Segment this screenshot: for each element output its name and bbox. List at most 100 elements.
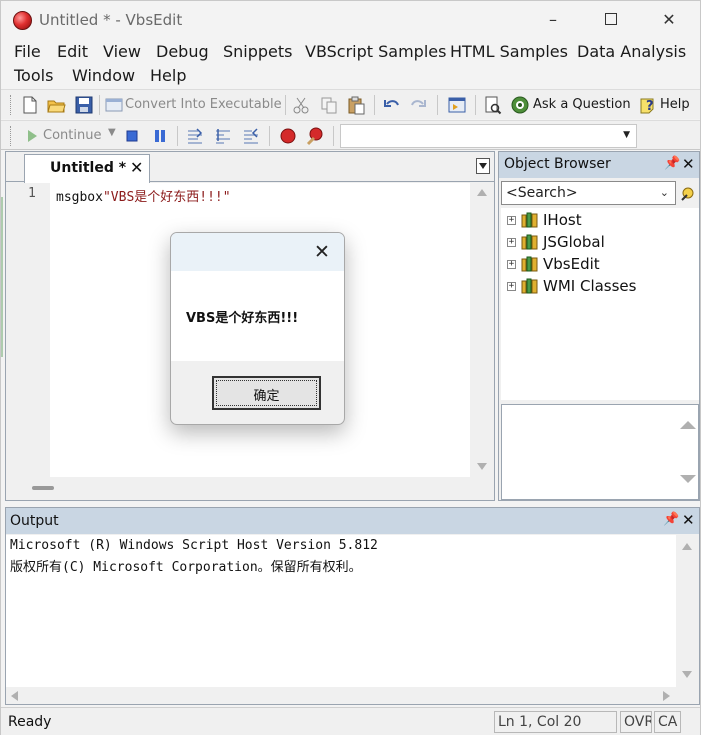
scroll-up-icon[interactable] xyxy=(680,421,696,429)
menu-html-samples[interactable]: HTML Samples xyxy=(450,42,568,61)
output-text[interactable]: Microsoft (R) Windows Script Host Versio… xyxy=(6,535,676,687)
scroll-thumb[interactable] xyxy=(32,486,54,490)
menu-file[interactable]: File xyxy=(14,42,41,61)
tab-untitled[interactable]: Untitled * ✕ xyxy=(24,154,150,183)
expand-icon[interactable]: + xyxy=(507,238,516,247)
status-bar: Ready Ln 1, Col 20 OVR CA xyxy=(1,707,700,735)
convert-into-executable-button[interactable]: Convert Into Executable xyxy=(125,97,282,112)
toolbar-separator xyxy=(177,126,178,146)
tree-label: IHost xyxy=(543,211,582,229)
toolbar-separator xyxy=(374,95,375,115)
menu-snippets[interactable]: Snippets xyxy=(223,42,293,61)
pin-icon[interactable]: 📌 xyxy=(664,156,680,171)
svg-text:?: ? xyxy=(646,99,654,114)
scroll-down-icon[interactable] xyxy=(682,671,692,678)
ok-button-label: 确定 xyxy=(253,389,280,404)
menu-vbscript-samples[interactable]: VBScript Samples xyxy=(305,42,446,61)
expand-icon[interactable]: + xyxy=(507,282,516,291)
menu-view[interactable]: View xyxy=(103,42,141,61)
pause-icon[interactable] xyxy=(150,126,170,146)
help-icon: ? xyxy=(640,98,654,114)
ask-a-question-button[interactable]: Ask a Question xyxy=(533,97,631,112)
tree-label: VbsEdit xyxy=(543,255,600,273)
new-file-icon[interactable] xyxy=(20,95,40,115)
close-icon[interactable]: ✕ xyxy=(682,155,695,173)
cut-icon[interactable] xyxy=(291,95,311,115)
scroll-left-icon[interactable] xyxy=(11,691,18,701)
breakpoint-icon[interactable] xyxy=(278,126,298,146)
debug-toolbar: Continue ▼ ▼ xyxy=(1,120,700,150)
script-selector-combo[interactable]: ▼ xyxy=(340,124,637,148)
status-text: Ready xyxy=(8,714,52,730)
document-search-icon[interactable] xyxy=(483,95,503,115)
menu-data-analysis[interactable]: Data Analysis xyxy=(577,42,686,61)
scroll-down-icon[interactable] xyxy=(680,475,696,483)
menu-debug[interactable]: Debug xyxy=(156,42,209,61)
output-horizontal-scrollbar[interactable] xyxy=(6,687,699,704)
undo-icon[interactable] xyxy=(382,95,402,115)
scroll-down-icon[interactable] xyxy=(477,463,487,470)
open-folder-icon[interactable] xyxy=(46,95,66,115)
help-button[interactable]: Help xyxy=(660,97,690,112)
copy-icon[interactable] xyxy=(319,95,339,115)
code-line[interactable]: msgbox"VBS是个好东西!!!" xyxy=(56,186,231,205)
menu-bar: File Edit View Debug Snippets VBScript S… xyxy=(1,39,700,87)
toolbar-grip[interactable] xyxy=(10,126,13,146)
object-search-input[interactable]: <Search> ⌄ xyxy=(501,181,676,205)
output-line: Microsoft (R) Windows Script Host Versio… xyxy=(10,538,378,553)
step-over-icon[interactable] xyxy=(213,126,233,146)
step-out-icon[interactable] xyxy=(241,126,261,146)
minimize-button[interactable]: – xyxy=(539,7,567,33)
search-go-icon[interactable] xyxy=(679,183,697,203)
tabs-dropdown-button[interactable] xyxy=(476,158,490,174)
editor-horizontal-scrollbar[interactable] xyxy=(10,477,494,499)
standard-toolbar: Convert Into Executable Ask a Question ?… xyxy=(1,89,700,119)
dialog-title-bar[interactable]: ✕ xyxy=(171,233,344,271)
close-window-button[interactable]: ✕ xyxy=(655,7,683,33)
dialog-close-icon[interactable]: ✕ xyxy=(314,241,330,263)
run-window-icon[interactable] xyxy=(447,95,467,115)
step-into-icon[interactable] xyxy=(185,126,205,146)
toolbar-separator xyxy=(269,126,270,146)
editor-vertical-scrollbar[interactable] xyxy=(470,183,494,477)
cursor-position: Ln 1, Col 20 xyxy=(494,711,617,733)
redo-icon[interactable] xyxy=(408,95,428,115)
message-box-dialog: ✕ VBS是个好东西!!! 确定 xyxy=(170,232,345,425)
tab-close-icon[interactable]: ✕ xyxy=(130,158,143,177)
object-browser-header: Object Browser 📌 ✕ xyxy=(499,152,699,178)
scroll-right-icon[interactable] xyxy=(663,691,670,701)
stop-icon[interactable] xyxy=(122,126,142,146)
continue-icon xyxy=(28,130,37,142)
toolbar-separator xyxy=(99,95,100,115)
toolbar-separator xyxy=(333,126,334,146)
line-number: 1 xyxy=(28,186,36,201)
scroll-up-icon[interactable] xyxy=(682,543,692,550)
chevron-down-icon[interactable]: ⌄ xyxy=(660,186,669,199)
maximize-button[interactable] xyxy=(597,7,625,33)
title-bar[interactable]: Untitled * - VbsEdit – ✕ xyxy=(1,1,700,39)
menu-help[interactable]: Help xyxy=(150,66,186,85)
close-icon[interactable]: ✕ xyxy=(682,511,695,529)
output-header: Output 📌 ✕ xyxy=(6,508,699,534)
menu-tools[interactable]: Tools xyxy=(14,66,53,85)
output-vertical-scrollbar[interactable] xyxy=(676,535,699,687)
continue-dropdown-icon[interactable]: ▼ xyxy=(108,127,116,138)
pin-icon[interactable]: 📌 xyxy=(663,512,679,527)
menu-window[interactable]: Window xyxy=(72,66,135,85)
continue-button[interactable]: Continue xyxy=(43,128,101,143)
paste-icon[interactable] xyxy=(346,95,366,115)
expand-icon[interactable]: + xyxy=(507,260,516,269)
scroll-up-icon[interactable] xyxy=(477,189,487,196)
toolbar-grip[interactable] xyxy=(10,95,13,115)
save-icon[interactable] xyxy=(74,95,94,115)
vbsedit-app-icon xyxy=(13,11,32,30)
library-icon xyxy=(521,278,538,294)
code-string: "VBS是个好东西!!!" xyxy=(102,190,231,205)
convert-exe-icon xyxy=(105,98,123,112)
dialog-body: VBS是个好东西!!! xyxy=(171,271,344,361)
tab-label: Untitled * xyxy=(50,160,127,176)
ok-button[interactable]: 确定 xyxy=(212,376,321,410)
clear-breakpoints-icon[interactable] xyxy=(305,126,325,146)
expand-icon[interactable]: + xyxy=(507,216,516,225)
menu-edit[interactable]: Edit xyxy=(57,42,88,61)
